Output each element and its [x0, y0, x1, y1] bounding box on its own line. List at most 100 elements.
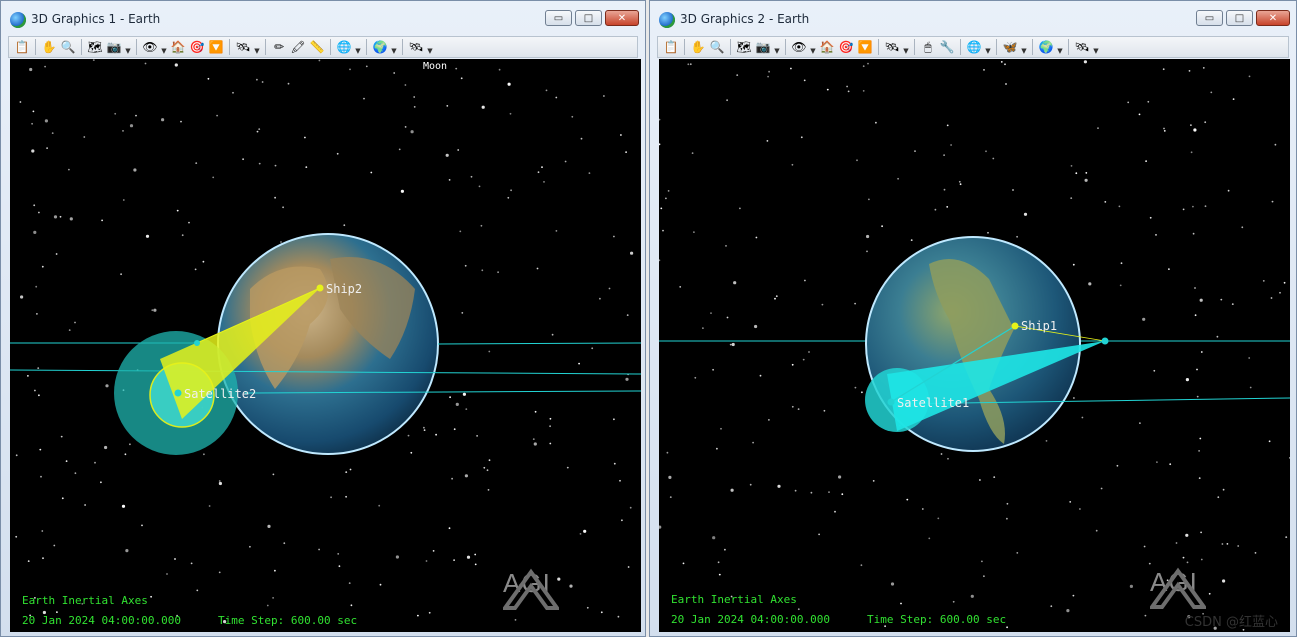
mouse-icon[interactable]: 🖱: [919, 38, 937, 56]
star: [1216, 335, 1219, 338]
pencil-icon[interactable]: ✏: [270, 38, 288, 56]
star: [60, 435, 63, 438]
star: [841, 493, 844, 496]
star: [258, 162, 261, 165]
satellite-icon[interactable]: 🛰: [407, 38, 425, 56]
title-bar[interactable]: 3D Graphics 2 - Earth ▭ □ ✕: [650, 1, 1296, 35]
view-to-icon[interactable]: 🔽: [207, 38, 225, 56]
star: [867, 62, 869, 65]
star: [536, 267, 539, 270]
star: [35, 285, 38, 288]
star: [267, 524, 271, 528]
chevron-down-icon[interactable]: ▼: [1056, 38, 1064, 56]
globe-icon[interactable]: 🌍: [1037, 38, 1055, 56]
chevron-down-icon[interactable]: ▼: [902, 38, 910, 56]
star: [42, 557, 44, 560]
star: [800, 136, 803, 139]
chevron-down-icon[interactable]: ▼: [160, 38, 168, 56]
star: [428, 611, 431, 614]
tools-icon[interactable]: 🔧: [938, 38, 956, 56]
star: [349, 68, 351, 71]
chevron-down-icon[interactable]: ▼: [390, 38, 398, 56]
star: [826, 88, 829, 91]
star: [856, 159, 858, 162]
home-icon[interactable]: 🏠: [818, 38, 836, 56]
star: [256, 78, 258, 81]
chevron-down-icon[interactable]: ▼: [354, 38, 362, 56]
minimize-button[interactable]: ▭: [545, 10, 572, 26]
star: [1194, 287, 1196, 289]
satellite-view-icon[interactable]: 🛰: [234, 38, 252, 56]
ship-marker[interactable]: [1011, 322, 1019, 330]
close-button[interactable]: ✕: [605, 10, 639, 26]
map-icon[interactable]: 🗺: [735, 38, 753, 56]
star: [55, 253, 58, 255]
zoom-icon[interactable]: 🔍: [59, 38, 77, 56]
star: [1070, 197, 1073, 200]
satellite-view-icon[interactable]: 🛰: [883, 38, 901, 56]
star: [921, 508, 924, 510]
wing-icon[interactable]: 🦋: [1001, 38, 1019, 56]
star: [710, 312, 712, 314]
view-from-icon[interactable]: 🎯: [188, 38, 206, 56]
star: [460, 77, 463, 80]
view-from-icon[interactable]: 🎯: [837, 38, 855, 56]
star: [363, 97, 365, 100]
camera-icon[interactable]: 📷: [754, 38, 772, 56]
star: [478, 185, 481, 188]
close-button[interactable]: ✕: [1256, 10, 1290, 26]
chevron-down-icon[interactable]: ▼: [426, 38, 434, 56]
satellite-marker[interactable]: [174, 389, 182, 397]
chevron-down-icon[interactable]: ▼: [773, 38, 781, 56]
view-eye-icon[interactable]: 👁: [141, 38, 159, 56]
ship-marker[interactable]: [316, 284, 324, 292]
satellite-icon[interactable]: 🛰: [1073, 38, 1091, 56]
pan-hand-icon[interactable]: ✋: [40, 38, 58, 56]
star: [583, 529, 587, 533]
satellite-marker[interactable]: [887, 398, 895, 406]
3d-viewport[interactable]: Ship1 Satellite1 AGI Earth Inertial Axes…: [659, 59, 1290, 632]
marker-icon[interactable]: 🖍: [289, 38, 307, 56]
zoom-icon[interactable]: 🔍: [708, 38, 726, 56]
maximize-button[interactable]: □: [575, 10, 602, 26]
chevron-down-icon[interactable]: ▼: [124, 38, 132, 56]
chevron-down-icon[interactable]: ▼: [984, 38, 992, 56]
star: [866, 250, 868, 253]
view-to-icon[interactable]: 🔽: [856, 38, 874, 56]
maximize-button[interactable]: □: [1226, 10, 1253, 26]
star: [1222, 579, 1226, 583]
3d-viewport[interactable]: Ship2 Satellite2 Moon AGI Earth Inertial…: [10, 59, 641, 632]
star: [881, 225, 883, 228]
pan-hand-icon[interactable]: ✋: [689, 38, 707, 56]
view-eye-icon[interactable]: 👁: [790, 38, 808, 56]
globe-icon[interactable]: 🌍: [371, 38, 389, 56]
star: [861, 391, 863, 394]
home-icon[interactable]: 🏠: [169, 38, 187, 56]
star: [1147, 100, 1150, 103]
star: [617, 615, 620, 618]
notes-icon[interactable]: 📋: [662, 38, 680, 56]
star: [1006, 502, 1009, 505]
chevron-down-icon[interactable]: ▼: [1092, 38, 1100, 56]
chevron-down-icon[interactable]: ▼: [253, 38, 261, 56]
notes-icon[interactable]: 📋: [13, 38, 31, 56]
star: [943, 188, 946, 191]
star: [203, 453, 205, 456]
star: [818, 533, 820, 536]
globe-settings-icon[interactable]: 🌐: [965, 38, 983, 56]
star: [393, 72, 396, 74]
star: [797, 408, 800, 410]
star: [446, 105, 449, 107]
star: [549, 425, 551, 428]
title-bar[interactable]: 3D Graphics 1 - Earth ▭ □ ✕: [1, 1, 645, 35]
ruler-icon[interactable]: 📏: [308, 38, 326, 56]
star: [868, 198, 870, 201]
star: [74, 472, 77, 475]
globe-settings-icon[interactable]: 🌐: [335, 38, 353, 56]
camera-icon[interactable]: 📷: [105, 38, 123, 56]
chevron-down-icon[interactable]: ▼: [809, 38, 817, 56]
minimize-button[interactable]: ▭: [1196, 10, 1223, 26]
map-icon[interactable]: 🗺: [86, 38, 104, 56]
star: [1274, 143, 1277, 146]
chevron-down-icon[interactable]: ▼: [1020, 38, 1028, 56]
